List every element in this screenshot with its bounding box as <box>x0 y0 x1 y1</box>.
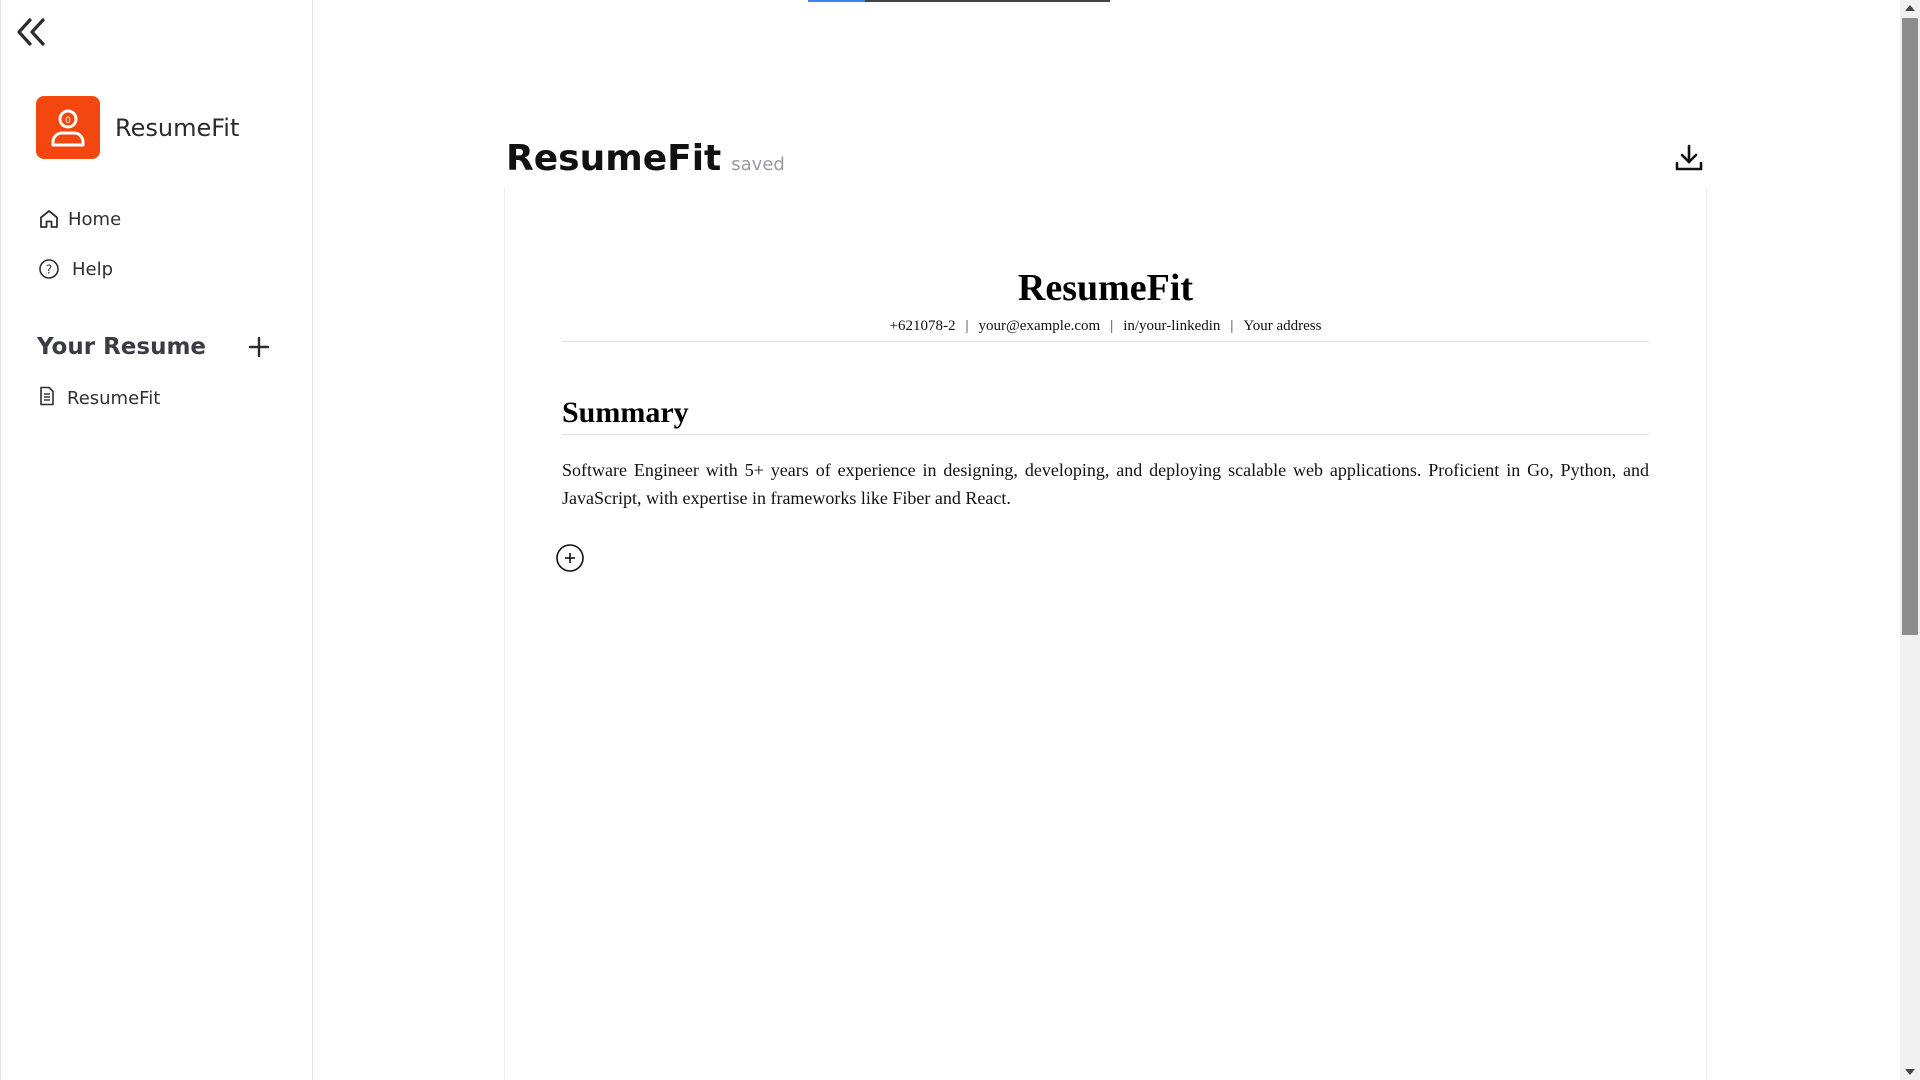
resume-list-item-label: ResumeFit <box>67 387 161 409</box>
contact-email[interactable]: your@example.com <box>979 318 1101 335</box>
resume-list-item[interactable]: ResumeFit <box>38 386 160 410</box>
document-title[interactable]: ResumeFit <box>506 138 721 179</box>
svg-text:0: 0 <box>65 116 71 126</box>
double-chevron-left-icon <box>17 18 45 46</box>
loading-progress-bar <box>808 0 1110 2</box>
brand[interactable]: 0 ResumeFit <box>36 96 239 159</box>
home-icon <box>38 208 60 230</box>
vertical-scrollbar[interactable] <box>1900 0 1920 1080</box>
brand-name: ResumeFit <box>115 113 240 142</box>
section-title: Your Resume <box>37 334 207 360</box>
sidebar-item-label: Help <box>72 258 114 280</box>
loading-progress-fill <box>808 0 866 2</box>
contact-separator: | <box>965 318 969 334</box>
contact-separator: | <box>1110 318 1114 334</box>
contact-phone[interactable]: +621078-2 <box>890 318 956 335</box>
sidebar-nav: Home ? Help <box>38 206 121 306</box>
add-resume-button[interactable] <box>245 333 273 361</box>
document-icon <box>38 386 56 410</box>
triangle-down-icon <box>1905 1069 1915 1075</box>
collapse-sidebar-button[interactable] <box>13 14 49 50</box>
save-status: saved <box>731 154 785 175</box>
contact-linkedin[interactable]: in/your-linkedin <box>1123 318 1220 335</box>
summary-text[interactable]: Software Engineer with 5+ years of exper… <box>562 456 1649 512</box>
document-header: ResumeFit saved <box>506 138 785 179</box>
scroll-up-button[interactable] <box>1900 0 1920 16</box>
resume-name[interactable]: ResumeFit <box>505 266 1706 310</box>
sidebar: 0 ResumeFit Home ? Help Your Resume Resu… <box>0 0 313 1080</box>
download-icon <box>1675 144 1703 171</box>
svg-text:?: ? <box>46 263 52 277</box>
sidebar-item-home[interactable]: Home <box>38 206 121 232</box>
add-section-button[interactable] <box>555 543 585 573</box>
triangle-up-icon <box>1905 5 1915 11</box>
user-icon: 0 <box>51 109 85 146</box>
brand-logo: 0 <box>36 96 100 159</box>
contact-line: +621078-2 | your@example.com | in/your-l… <box>562 318 1649 342</box>
app-root: 0 ResumeFit Home ? Help Your Resume Resu… <box>0 0 1920 1080</box>
sidebar-item-help[interactable]: ? Help <box>38 256 121 282</box>
plus-circle-icon <box>556 544 584 572</box>
help-circle-icon: ? <box>38 258 60 280</box>
summary-heading[interactable]: Summary <box>562 396 1649 435</box>
your-resume-section-header: Your Resume <box>37 333 273 361</box>
scroll-down-button[interactable] <box>1900 1064 1920 1080</box>
scrollbar-thumb[interactable] <box>1902 18 1918 635</box>
plus-icon <box>248 336 270 358</box>
resume-paper: ResumeFit +621078-2 | your@example.com |… <box>504 188 1707 1080</box>
sidebar-item-label: Home <box>68 208 122 230</box>
contact-separator: | <box>1230 318 1234 334</box>
download-button[interactable] <box>1671 140 1707 176</box>
contact-address[interactable]: Your address <box>1243 318 1321 335</box>
